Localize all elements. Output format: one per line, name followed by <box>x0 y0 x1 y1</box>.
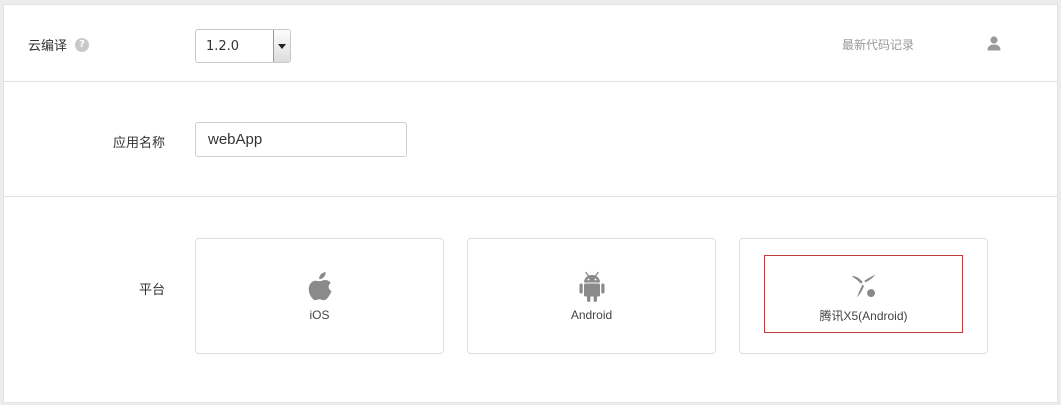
latest-code-link[interactable]: 最新代码记录 <box>842 36 914 53</box>
platform-card-android[interactable]: Android <box>467 238 716 354</box>
version-value: 1.2.0 <box>206 38 240 54</box>
cloud-compile-panel: 云编译 ? 1.2.0 最新代码记录 应用名称 平台 iOS <box>3 4 1058 403</box>
platform-row: 平台 iOS Android 腾讯X5(Android) <box>4 197 1057 404</box>
app-name-label: 应用名称 <box>112 136 165 151</box>
app-name-input[interactable] <box>195 122 407 157</box>
user-icon[interactable] <box>986 35 1002 51</box>
android-icon <box>579 271 604 302</box>
platform-label-ios: iOS <box>309 308 330 322</box>
platform-card-ios[interactable]: iOS <box>195 238 444 354</box>
app-name-row: 应用名称 <box>4 82 1057 197</box>
chevron-down-icon[interactable] <box>273 30 290 62</box>
version-select[interactable]: 1.2.0 <box>195 29 291 63</box>
compile-header-row: 云编译 ? 1.2.0 最新代码记录 <box>4 5 1057 82</box>
help-circle-icon[interactable]: ? <box>75 37 90 52</box>
title-group: 云编译 ? <box>28 35 90 54</box>
x5-icon <box>851 274 875 297</box>
platform-label-x5: 腾讯X5(Android) <box>819 308 908 323</box>
platform-label-android: Android <box>570 308 613 322</box>
platform-label: 平台 <box>138 283 165 298</box>
platform-card-x5[interactable]: 腾讯X5(Android) <box>739 238 988 354</box>
apple-icon <box>308 272 331 301</box>
page-title: 云编译 <box>28 39 68 54</box>
